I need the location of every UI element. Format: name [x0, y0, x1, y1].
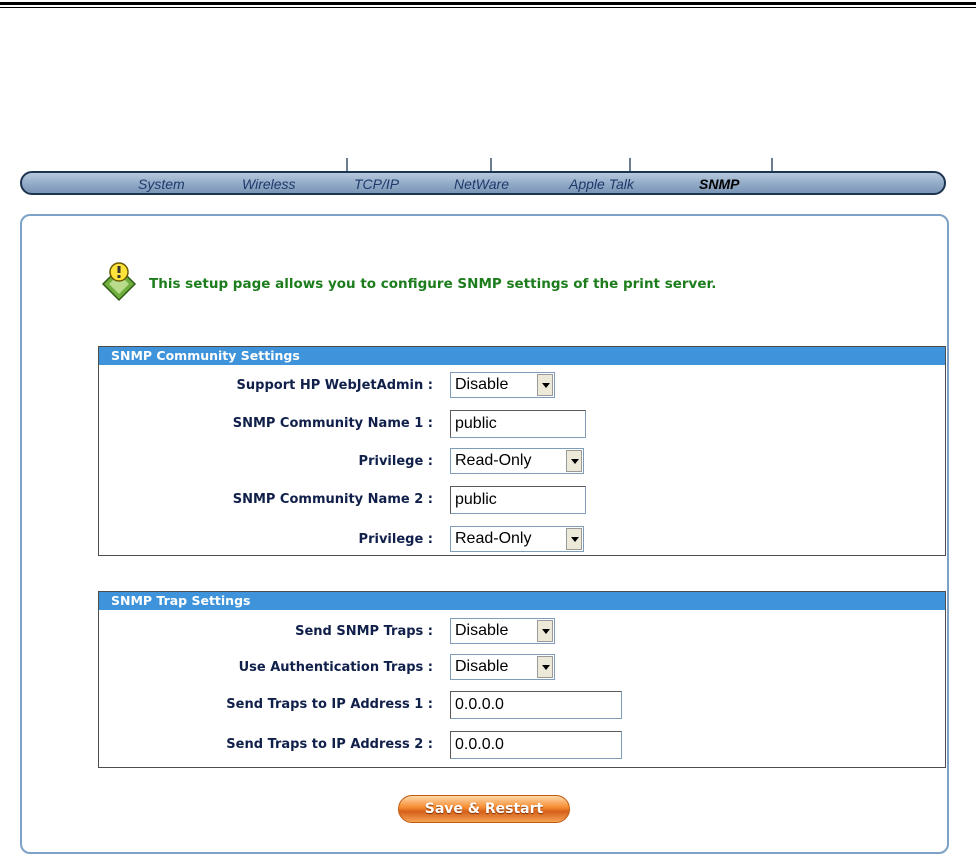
field-label: Send SNMP Traps : — [295, 624, 433, 639]
nav-item-snmp[interactable]: SNMP — [699, 176, 739, 192]
trap-ip-1-input[interactable] — [450, 691, 622, 719]
section-header: SNMP Community Settings — [99, 347, 945, 365]
chevron-down-icon[interactable] — [566, 528, 582, 550]
privilege-1-select[interactable]: Read-Only — [450, 448, 584, 474]
send-traps-select[interactable]: Disable — [450, 618, 555, 644]
community-name-2-input[interactable] — [450, 486, 586, 514]
nav-item-system[interactable]: System — [138, 176, 185, 192]
field-label: Privilege : — [358, 454, 433, 469]
community-name-1-input[interactable] — [450, 410, 586, 438]
top-rule — [0, 2, 976, 5]
nav-divider — [490, 158, 492, 172]
field-label: Send Traps to IP Address 1 : — [226, 697, 433, 712]
field-label: Use Authentication Traps : — [238, 660, 433, 675]
send-traps-row: Send SNMP Traps : Disable — [99, 618, 945, 646]
auth-traps-row: Use Authentication Traps : Disable — [99, 654, 945, 682]
nav-item-appletalk[interactable]: Apple Talk — [569, 176, 634, 192]
privilege-2-row: Privilege : Read-Only — [99, 526, 945, 554]
community-name-2-row: SNMP Community Name 2 : — [99, 486, 945, 514]
community-settings-section: SNMP Community Settings Support HP WebJe… — [98, 346, 946, 556]
trap-settings-section: SNMP Trap Settings Send SNMP Traps : Dis… — [98, 591, 946, 768]
top-nav-bar: System Wireless TCP/IP NetWare Apple Tal… — [20, 171, 946, 195]
auth-traps-select[interactable]: Disable — [450, 654, 555, 680]
save-restart-button[interactable]: Save & Restart — [398, 795, 570, 823]
webjetadmin-select[interactable]: Disable — [450, 372, 555, 398]
webjetadmin-row: Support HP WebJetAdmin : Disable — [99, 372, 945, 400]
nav-item-wireless[interactable]: Wireless — [242, 176, 296, 192]
section-header: SNMP Trap Settings — [99, 592, 945, 610]
lightbulb-diamond-icon — [102, 262, 136, 302]
trap-ip-1-row: Send Traps to IP Address 1 : — [99, 691, 945, 719]
nav-divider — [629, 158, 631, 172]
field-label: SNMP Community Name 2 : — [232, 492, 433, 507]
chevron-down-icon[interactable] — [537, 620, 553, 642]
field-label: Send Traps to IP Address 2 : — [226, 737, 433, 752]
trap-ip-2-row: Send Traps to IP Address 2 : — [99, 731, 945, 759]
nav-item-tcpip[interactable]: TCP/IP — [354, 176, 399, 192]
field-label: SNMP Community Name 1 : — [232, 416, 433, 431]
top-rule-thin — [0, 7, 976, 8]
nav-item-netware[interactable]: NetWare — [454, 176, 509, 192]
chevron-down-icon[interactable] — [566, 450, 582, 472]
community-name-1-row: SNMP Community Name 1 : — [99, 410, 945, 438]
chevron-down-icon[interactable] — [537, 656, 553, 678]
field-label: Privilege : — [358, 532, 433, 547]
privilege-2-select[interactable]: Read-Only — [450, 526, 584, 552]
trap-ip-2-input[interactable] — [450, 731, 622, 759]
nav-divider — [771, 158, 773, 172]
field-label: Support HP WebJetAdmin : — [236, 378, 433, 393]
info-message: This setup page allows you to configure … — [149, 276, 717, 292]
privilege-1-row: Privilege : Read-Only — [99, 448, 945, 476]
chevron-down-icon[interactable] — [537, 374, 553, 396]
nav-divider — [346, 158, 348, 172]
